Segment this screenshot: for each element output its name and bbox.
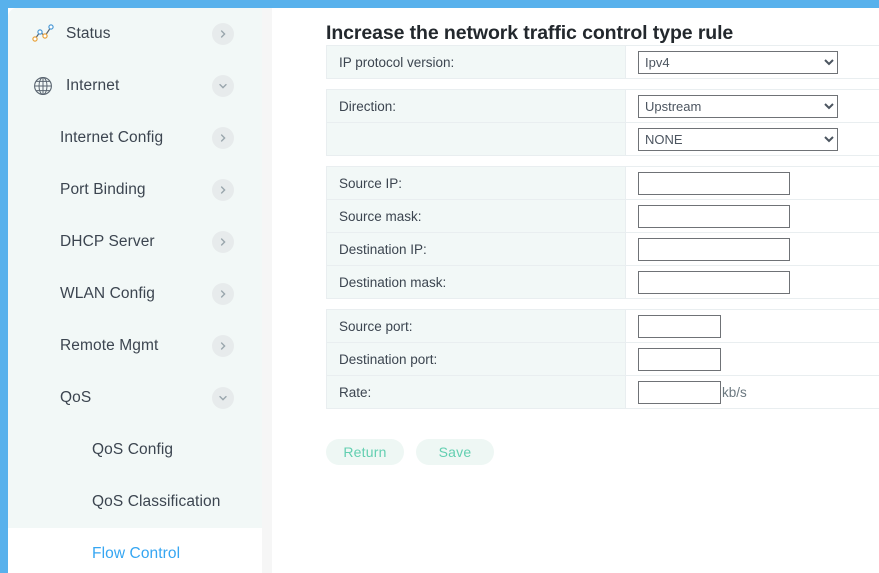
form-action-bar: Return Save [326, 439, 879, 465]
sidebar-item-qos[interactable]: QoS [8, 372, 262, 424]
sidebar-item-label: Port Binding [60, 181, 146, 198]
sidebar-item-label: Internet [66, 77, 120, 94]
form-section: Source IP: Source mask: Destination IP: Des… [326, 166, 879, 299]
sidebar-item-qos-config[interactable]: QoS Config [8, 424, 262, 476]
sidebar-item-status[interactable]: Status [8, 8, 262, 60]
form-field-label [326, 122, 626, 156]
chevron-right-icon[interactable] [212, 231, 234, 253]
form-row: Source port: [326, 309, 879, 343]
direction-secondary-select[interactable]: NONE [638, 127, 838, 151]
field-unit-label: kb/s [722, 384, 747, 400]
form-field-label: Destination mask: [326, 265, 626, 299]
form-row: Source IP: [326, 166, 879, 200]
form-row: Destination mask: [326, 265, 879, 299]
form-field-label: Rate: [326, 375, 626, 409]
sidebar-item-label: QoS [60, 389, 92, 406]
sidebar-item-internet[interactable]: Internet [8, 60, 262, 112]
form-row: Direction: Upstream [326, 89, 879, 123]
source-ip-input[interactable] [638, 171, 790, 195]
chevron-right-icon[interactable] [212, 179, 234, 201]
form-field-label: Destination IP: [326, 232, 626, 266]
chevron-down-icon[interactable] [212, 75, 234, 97]
form-field-value [625, 199, 879, 233]
form-section: Source port: Destination port: Rate: kb/s [326, 309, 879, 409]
direction-select[interactable]: Upstream [638, 94, 838, 118]
sidebar-item-label: Internet Config [60, 129, 164, 146]
form-section: Direction: Upstream NONE [326, 89, 879, 156]
form-field-value [625, 232, 879, 266]
form-field-label: Source port: [326, 309, 626, 343]
window-top-border [0, 0, 879, 8]
form-row: Rate: kb/s [326, 375, 879, 409]
sidebar-navigation: Status Internet Internet Config Port Bindin… [8, 8, 262, 573]
form-field-value: NONE [625, 122, 879, 156]
form-field-value: kb/s [625, 375, 879, 409]
window-left-border [0, 0, 8, 573]
chevron-right-icon[interactable] [212, 127, 234, 149]
form-row: Destination port: [326, 342, 879, 376]
router-admin-page: Status Internet Internet Config Port Bindin… [0, 0, 879, 573]
form-row: NONE [326, 122, 879, 156]
form-field-value [625, 166, 879, 200]
form-field-value: Ipv4 [625, 45, 879, 79]
destination-mask-input[interactable] [638, 270, 790, 294]
form-row: Destination IP: [326, 232, 879, 266]
sidebar-item-dhcp-server[interactable]: DHCP Server [8, 216, 262, 268]
sidebar-item-label: QoS Classification [92, 493, 221, 510]
destination-ip-input[interactable] [638, 237, 790, 261]
sidebar-item-internet-config[interactable]: Internet Config [8, 112, 262, 164]
globe-icon [30, 73, 56, 99]
form-field-label: IP protocol version: [326, 45, 626, 79]
chevron-down-icon[interactable] [212, 387, 234, 409]
form-row: IP protocol version: Ipv4 [326, 45, 879, 79]
form-field-value [625, 309, 879, 343]
rule-form: IP protocol version: Ipv4 Direction: Upstre… [272, 45, 879, 409]
source-mask-input[interactable] [638, 204, 790, 228]
form-field-label: Direction: [326, 89, 626, 123]
sidebar-item-label: WLAN Config [60, 285, 155, 302]
sidebar-item-label: DHCP Server [60, 233, 155, 250]
sidebar-item-wlan-config[interactable]: WLAN Config [8, 268, 262, 320]
sidebar-item-label: Flow Control [92, 545, 181, 562]
form-row: Source mask: [326, 199, 879, 233]
chevron-right-icon[interactable] [212, 335, 234, 357]
form-field-label: Destination port: [326, 342, 626, 376]
form-section: IP protocol version: Ipv4 [326, 45, 879, 79]
sidebar-divider-strip [262, 8, 272, 573]
network-graph-icon [30, 21, 56, 47]
rate-input[interactable] [638, 380, 721, 404]
destination-port-input[interactable] [638, 347, 721, 371]
source-port-input[interactable] [638, 314, 721, 338]
chevron-right-icon[interactable] [212, 283, 234, 305]
form-field-value [625, 265, 879, 299]
sidebar-item-label: QoS Config [92, 441, 174, 458]
form-field-value [625, 342, 879, 376]
main-content: Increase the network traffic control typ… [272, 8, 879, 573]
form-field-label: Source mask: [326, 199, 626, 233]
chevron-right-icon[interactable] [212, 23, 234, 45]
sidebar-item-label: Remote Mgmt [60, 337, 159, 354]
form-field-value: Upstream [625, 89, 879, 123]
return-button[interactable]: Return [326, 439, 404, 465]
ip-protocol-version-select[interactable]: Ipv4 [638, 50, 838, 74]
sidebar-item-remote-mgmt[interactable]: Remote Mgmt [8, 320, 262, 372]
sidebar-item-qos-classification[interactable]: QoS Classification [8, 476, 262, 528]
sidebar-item-label: Status [66, 25, 111, 42]
page-title: Increase the network traffic control typ… [326, 22, 734, 44]
sidebar-item-flow-control[interactable]: Flow Control [8, 528, 262, 573]
save-button[interactable]: Save [416, 439, 494, 465]
form-field-label: Source IP: [326, 166, 626, 200]
sidebar-item-port-binding[interactable]: Port Binding [8, 164, 262, 216]
